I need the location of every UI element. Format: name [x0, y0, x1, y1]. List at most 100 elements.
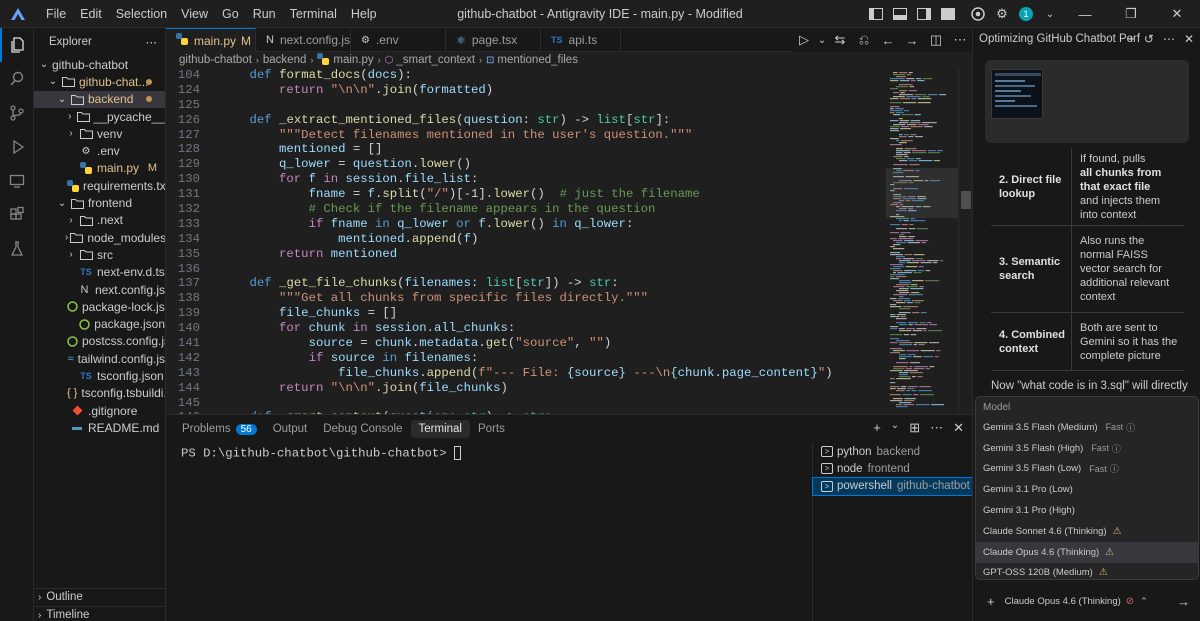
agent-close-icon[interactable]: ✕	[1184, 32, 1194, 46]
maximize-panel-icon[interactable]: ⊞	[909, 420, 920, 436]
maximize-button[interactable]: ❐	[1108, 0, 1154, 28]
testing-flask-icon[interactable]	[0, 232, 34, 266]
model-option[interactable]: Gemini 3.1 Pro (High)	[976, 500, 1198, 521]
extensions-icon[interactable]	[0, 198, 34, 232]
browser-icon[interactable]	[968, 4, 988, 24]
tree-item[interactable]: ⌄ github-chatbot	[34, 56, 165, 73]
layout-secondary-sidebar-icon[interactable]	[914, 4, 934, 24]
model-option[interactable]: Gemini 3.1 Pro (Low)	[976, 479, 1198, 500]
explorer-files-icon[interactable]	[0, 28, 34, 62]
tree-item[interactable]: › src	[34, 246, 165, 263]
menu-item-selection[interactable]: Selection	[109, 0, 174, 28]
screenshot-thumbnail[interactable]	[991, 69, 1043, 119]
close-button[interactable]: ✕	[1154, 0, 1200, 28]
panel-tab-problems[interactable]: Problems 56	[174, 420, 265, 438]
run-dropdown-icon[interactable]: ⌄	[816, 35, 828, 46]
menu-item-go[interactable]: Go	[215, 0, 246, 28]
tree-item[interactable]: ⌄ backend	[34, 90, 165, 108]
compare-changes-icon[interactable]: ⇆	[828, 32, 852, 48]
send-button[interactable]: →	[1177, 594, 1190, 609]
menu-item-run[interactable]: Run	[246, 0, 283, 28]
tree-item[interactable]: ⚙ .env	[34, 142, 165, 159]
more-actions-icon[interactable]: ⋯	[146, 35, 158, 49]
panel-tab-debug-console[interactable]: Debug Console	[315, 420, 410, 438]
menu-item-help[interactable]: Help	[344, 0, 384, 28]
search-icon[interactable]	[0, 62, 34, 96]
breadcrumb-item[interactable]: backend	[263, 54, 306, 66]
tree-item[interactable]: ≈ tailwind.config.js	[34, 350, 165, 367]
run-icon[interactable]: ▷	[792, 32, 816, 48]
editor-scrollbar[interactable]	[958, 68, 972, 414]
terminal-dropdown-icon[interactable]: ⌄	[891, 420, 899, 436]
panel-tab-output[interactable]: Output	[265, 420, 316, 438]
more-chevron-icon[interactable]: ⌄	[1040, 4, 1060, 24]
model-option[interactable]: Gemini 3.5 Flash (High) Fast ⓘ	[976, 438, 1198, 459]
editor-tab[interactable]: ⚙ .env	[351, 28, 446, 52]
tree-item[interactable]: › .next	[34, 212, 165, 229]
breadcrumb-item[interactable]: mentioned_files	[497, 54, 578, 66]
minimize-button[interactable]: —	[1062, 0, 1108, 28]
history-icon[interactable]: ↺	[1144, 32, 1154, 46]
model-option[interactable]: Gemini 3.5 Flash (Low) Fast ⓘ	[976, 459, 1198, 480]
new-conversation-icon[interactable]: +	[1128, 32, 1135, 46]
tree-item[interactable]: .gitignore	[34, 402, 165, 419]
tree-item[interactable]: { } tsconfig.tsbuildi...	[34, 385, 165, 402]
source-control-icon[interactable]	[0, 96, 34, 130]
open-changes-icon[interactable]: ⎌	[852, 32, 876, 48]
agent-more-icon[interactable]: ⋯	[1163, 32, 1175, 46]
screenshot-attachment-card[interactable]	[985, 60, 1189, 143]
breadcrumb-item[interactable]: github-chatbot	[179, 54, 252, 66]
timeline-section[interactable]: › Timeline	[34, 606, 165, 621]
panel-tab-terminal[interactable]: Terminal	[410, 420, 470, 438]
tree-item[interactable]: main.py M	[34, 160, 165, 177]
run-debug-icon[interactable]	[0, 130, 34, 164]
tree-item[interactable]: ⌄ github-chat...	[34, 73, 165, 90]
terminal-list-item[interactable]: > node frontend	[813, 460, 972, 477]
tree-item[interactable]: ▬ README.md	[34, 419, 165, 436]
model-option[interactable]: Claude Opus 4.6 (Thinking) ⚠	[976, 541, 1198, 563]
editor-tab[interactable]: Nnext.config.js	[256, 28, 351, 52]
selected-model-button[interactable]: Claude Opus 4.6 (Thinking)	[1005, 596, 1121, 607]
tree-item[interactable]: postcss.config.js	[34, 333, 165, 350]
menu-item-file[interactable]: File	[39, 0, 73, 28]
breadcrumb-item[interactable]: _smart_context	[396, 54, 475, 66]
layout-sidebar-icon[interactable]	[866, 4, 886, 24]
minimap[interactable]	[886, 68, 958, 414]
model-option[interactable]: GPT-OSS 120B (Medium) ⚠	[976, 563, 1198, 584]
settings-gear-icon[interactable]: ⚙	[992, 4, 1012, 24]
tree-item[interactable]: package-lock.js...	[34, 298, 165, 315]
tree-item[interactable]: › node_modules	[34, 229, 165, 246]
model-option[interactable]: Claude Sonnet 4.6 (Thinking) ⚠	[976, 521, 1198, 542]
new-terminal-icon[interactable]: +	[873, 420, 881, 436]
terminal-list-item[interactable]: > powershell github-chatbot	[812, 476, 973, 496]
customize-layout-icon[interactable]	[938, 4, 958, 24]
breadcrumb-item[interactable]: main.py	[333, 54, 373, 66]
panel-tab-ports[interactable]: Ports	[470, 420, 513, 438]
menu-item-view[interactable]: View	[174, 0, 215, 28]
editor-tab[interactable]: main.py M	[166, 28, 256, 52]
go-forward-icon[interactable]: →	[900, 33, 924, 48]
tree-item[interactable]: › venv	[34, 125, 165, 142]
menu-item-edit[interactable]: Edit	[73, 0, 109, 28]
editor-tab[interactable]: TS api.ts	[541, 28, 621, 52]
split-editor-icon[interactable]: ◫	[924, 32, 948, 48]
terminal-output[interactable]: PS D:\github-chatbot\github-chatbot>	[166, 443, 812, 621]
tree-item[interactable]: › __pycache__	[34, 108, 165, 125]
tree-item[interactable]: TS tsconfig.json	[34, 367, 165, 384]
outline-section[interactable]: › Outline	[34, 588, 165, 605]
menu-item-terminal[interactable]: Terminal	[283, 0, 344, 28]
layout-panel-icon[interactable]	[890, 4, 910, 24]
tree-item[interactable]: ⌄ frontend	[34, 194, 165, 211]
model-option[interactable]: Gemini 3.5 Flash (Medium) Fast ⓘ	[976, 417, 1198, 438]
panel-more-icon[interactable]: ⋯	[930, 420, 943, 436]
remote-explorer-icon[interactable]	[0, 164, 34, 198]
panel-close-icon[interactable]: ✕	[953, 420, 964, 436]
go-back-icon[interactable]: ←	[876, 33, 900, 48]
editor-tab[interactable]: ⚛ page.tsx	[446, 28, 541, 52]
add-context-icon[interactable]: +	[987, 594, 995, 609]
tree-item[interactable]: requirements.txt	[34, 177, 165, 194]
tree-item[interactable]: package.json	[34, 315, 165, 332]
account-avatar[interactable]: 1	[1016, 4, 1036, 24]
tree-item[interactable]: Nnext.config.js	[34, 281, 165, 298]
editor-more-icon[interactable]: ⋯	[948, 32, 972, 48]
